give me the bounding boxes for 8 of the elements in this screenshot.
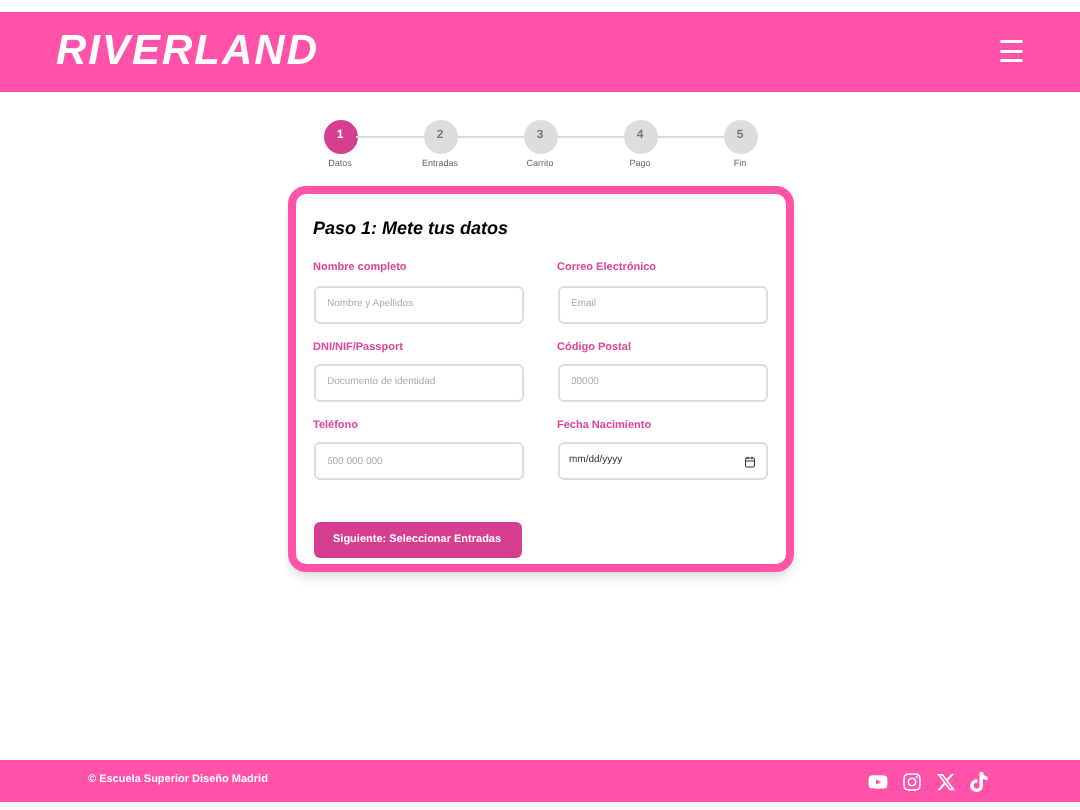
instagram-icon[interactable]	[902, 771, 922, 791]
menu-button[interactable]: ☰	[998, 37, 1024, 67]
x-icon[interactable]	[936, 771, 956, 791]
tiktok-icon[interactable]	[970, 771, 988, 791]
calendar-icon	[743, 455, 755, 467]
logo: RIVERLAND	[56, 26, 320, 79]
youtube-icon[interactable]	[868, 771, 888, 791]
form-title: Paso 1: Mete tus datos	[313, 215, 511, 242]
